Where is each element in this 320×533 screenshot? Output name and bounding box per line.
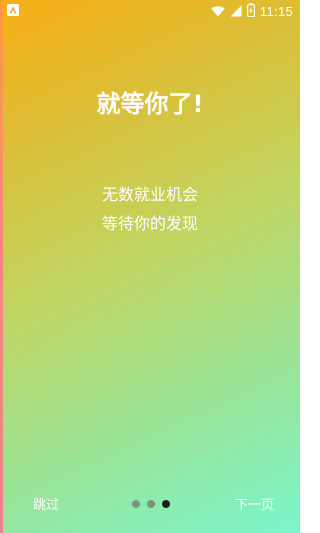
page-dot-3[interactable]	[162, 500, 170, 508]
status-time: 11:15	[259, 3, 293, 19]
description-line: 无数就业机会	[101, 185, 198, 204]
onboarding-headline: 就等你了!	[96, 90, 204, 118]
page-dot-1[interactable]	[132, 500, 140, 508]
left-edge-accent	[0, 0, 3, 533]
onboarding-footer: 跳过 下一页	[0, 492, 300, 516]
skip-button[interactable]: 跳过	[33, 494, 59, 513]
description-line: 等待你的发现	[101, 214, 198, 233]
next-page-button[interactable]: 下一页	[235, 494, 274, 513]
page-dot-2[interactable]	[147, 500, 155, 508]
status-icons: 11:15	[211, 2, 293, 20]
onboarding-description: 无数就业机会 等待你的发现	[0, 180, 300, 238]
battery-icon	[246, 2, 255, 21]
status-bar: 11:15	[0, 0, 300, 22]
app-notification-icon	[7, 4, 19, 16]
wifi-icon	[211, 2, 225, 21]
onboarding-screen: 11:15 就等你了! 无数就业机会 等待你的发现 跳过 下一页	[0, 0, 300, 533]
page-indicator	[132, 500, 170, 508]
signal-icon	[230, 2, 242, 21]
